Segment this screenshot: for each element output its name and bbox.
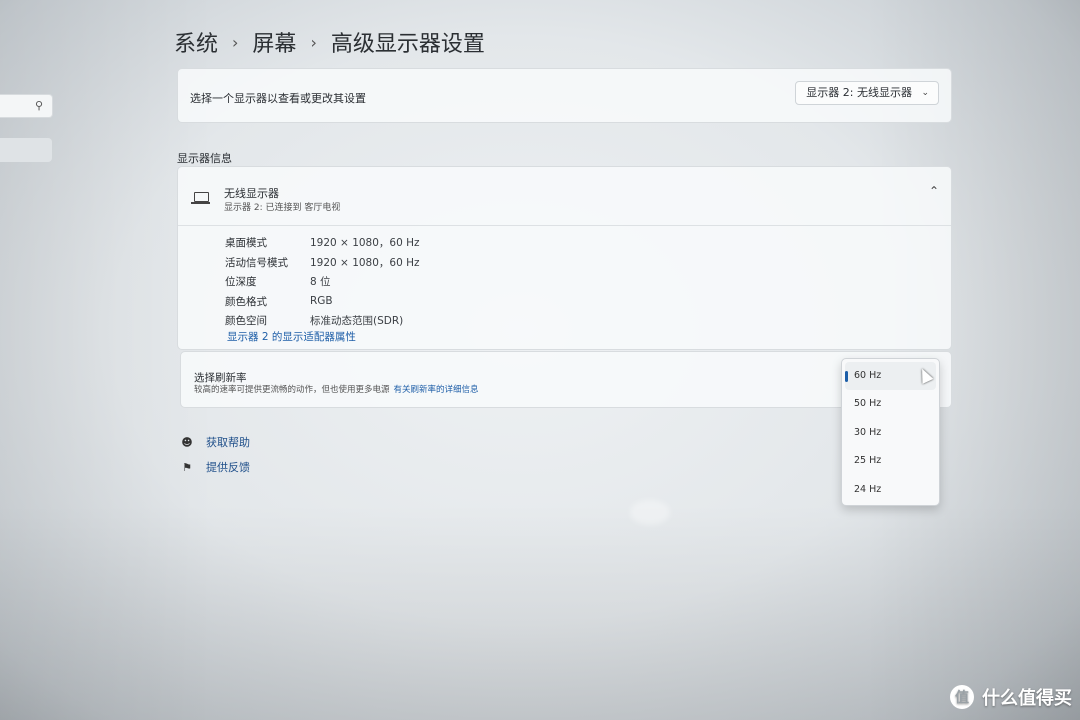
display-subtitle: 显示器 2: 已连接到 客厅电视: [224, 203, 341, 213]
info-row: 颜色格式 RGB: [225, 292, 420, 312]
section-title: 显示器信息: [177, 152, 232, 165]
refresh-option-label: 60 Hz: [854, 370, 882, 381]
breadcrumb: 系统 › 屏幕 › 高级显示器设置: [174, 26, 485, 58]
refresh-rate-desc-text: 较高的速率可提供更流畅的动作，但也使用更多电源: [194, 385, 390, 395]
chevron-up-icon[interactable]: ⌃: [929, 184, 939, 198]
refresh-option-label: 30 Hz: [854, 426, 882, 438]
info-value: 1920 × 1080，60 Hz: [310, 237, 420, 250]
info-key: 活动信号模式: [225, 256, 288, 269]
info-key: 桌面模式: [225, 237, 267, 250]
feedback-icon: ⚑: [182, 460, 192, 474]
info-value: RGB: [310, 295, 333, 308]
laptop-icon: [191, 192, 210, 204]
refresh-option[interactable]: 25 Hz: [842, 447, 939, 475]
breadcrumb-separator-icon: ›: [310, 32, 317, 52]
display-selector-card: 选择一个显示器以查看或更改其设置 显示器 2: 无线显示器 ⌄: [177, 68, 952, 123]
display-selector-value: 显示器 2: 无线显示器: [806, 86, 912, 99]
chevron-down-icon: ⌄: [921, 88, 929, 98]
feedback-link[interactable]: ⚑ 提供反馈: [180, 459, 250, 475]
adapter-properties-link[interactable]: 显示器 2 的显示适配器属性: [227, 329, 356, 344]
info-key: 位深度: [225, 276, 257, 289]
refresh-option[interactable]: 30 Hz: [842, 419, 939, 447]
info-row: 活动信号模式 1920 × 1080，60 Hz: [225, 253, 420, 273]
breadcrumb-separator-icon: ›: [232, 32, 239, 52]
display-selector-label: 选择一个显示器以查看或更改其设置: [190, 92, 366, 105]
info-value: 标准动态范围(SDR): [310, 315, 404, 328]
display-selector-dropdown[interactable]: 显示器 2: 无线显示器 ⌄: [795, 81, 939, 105]
breadcrumb-system[interactable]: 系统: [174, 26, 218, 58]
breadcrumb-display[interactable]: 屏幕: [252, 26, 296, 58]
help-icon: ☻: [181, 435, 193, 449]
info-row: 位深度 8 位: [225, 272, 420, 292]
watermark-text: 什么值得买: [982, 688, 1072, 709]
info-key: 颜色格式: [225, 295, 267, 308]
display-info-rows: 桌面模式 1920 × 1080，60 Hz 活动信号模式 1920 × 1080，…: [225, 233, 420, 331]
refresh-option[interactable]: 50 Hz: [842, 390, 939, 418]
get-help-link[interactable]: ☻ 获取帮助: [180, 434, 250, 450]
info-value: 8 位: [310, 276, 331, 289]
selection-indicator: [845, 371, 848, 382]
nav-search-box[interactable]: ⚲: [0, 94, 53, 118]
nav-selected-item[interactable]: [0, 138, 52, 162]
display-info-header[interactable]: 无线显示器 显示器 2: 已连接到 客厅电视 ⌃: [178, 167, 951, 226]
display-name: 无线显示器: [224, 187, 279, 200]
info-key: 颜色空间: [225, 315, 267, 328]
refresh-option[interactable]: 24 Hz: [842, 476, 939, 504]
refresh-option-label: 50 Hz: [854, 398, 882, 410]
refresh-option-label: 25 Hz: [854, 455, 882, 467]
refresh-option-label: 24 Hz: [854, 483, 882, 495]
screen-reflection: [630, 500, 670, 525]
get-help-label: 获取帮助: [206, 436, 250, 449]
page-title: 高级显示器设置: [330, 32, 485, 57]
refresh-rate-description: 较高的速率可提供更流畅的动作，但也使用更多电源 有关刷新率的详细信息: [194, 383, 479, 395]
feedback-label: 提供反馈: [206, 461, 250, 474]
search-icon: ⚲: [34, 99, 43, 112]
refresh-rate-card: 选择刷新率 较高的速率可提供更流畅的动作，但也使用更多电源 有关刷新率的详细信息: [180, 351, 952, 408]
display-info-card: 无线显示器 显示器 2: 已连接到 客厅电视 ⌃ 桌面模式 1920 × 1080…: [177, 166, 952, 350]
info-row: 颜色空间 标准动态范围(SDR): [225, 311, 420, 331]
info-value: 1920 × 1080，60 Hz: [310, 256, 420, 269]
info-row: 桌面模式 1920 × 1080，60 Hz: [225, 233, 420, 253]
refresh-rate-info-link[interactable]: 有关刷新率的详细信息: [394, 385, 479, 395]
watermark-logo: 值: [950, 685, 974, 709]
watermark: 值 什么值得买: [950, 684, 1072, 710]
